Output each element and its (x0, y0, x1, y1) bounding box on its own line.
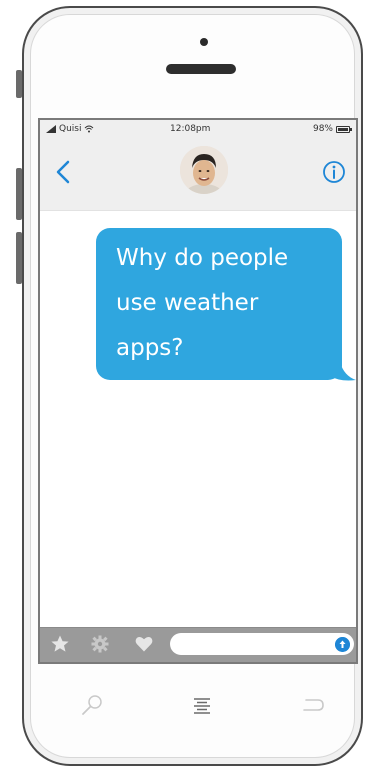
message-line: apps? (116, 335, 184, 361)
message-line: use weather (116, 290, 259, 316)
battery-percent: 98% (312, 124, 333, 134)
phone-screen: Quisi 12:08pm 98% Why do people use weat… (38, 118, 358, 664)
carrier-label: Quisi (59, 124, 82, 134)
gear-icon[interactable] (90, 634, 110, 654)
message-bubble-sent: Why do people use weather apps? (96, 228, 342, 380)
status-time: 12:08pm (170, 124, 211, 134)
battery-info: 98% (312, 124, 352, 134)
avatar-photo (180, 146, 228, 194)
menu-icon[interactable] (188, 692, 216, 720)
battery-icon (336, 125, 352, 133)
star-icon[interactable] (50, 634, 70, 654)
return-icon[interactable] (298, 692, 326, 720)
search-icon[interactable] (78, 692, 106, 720)
send-arrow-icon[interactable] (335, 637, 350, 652)
info-circle-icon[interactable] (322, 160, 346, 184)
contact-avatar[interactable] (180, 146, 228, 194)
carrier-info: Quisi (46, 124, 94, 134)
heart-icon[interactable] (134, 634, 154, 654)
message-line: Why do people (116, 245, 289, 271)
conversation-header: Quisi 12:08pm 98% (40, 120, 356, 211)
compose-bar (40, 627, 356, 662)
chevron-left-icon[interactable] (52, 158, 74, 186)
front-camera (200, 38, 208, 46)
wifi-icon (85, 125, 94, 133)
earpiece-speaker (166, 64, 236, 74)
message-input[interactable] (170, 633, 354, 655)
bubble-tail (330, 362, 356, 381)
signal-icon (46, 125, 56, 133)
status-bar: Quisi 12:08pm 98% (40, 124, 356, 138)
